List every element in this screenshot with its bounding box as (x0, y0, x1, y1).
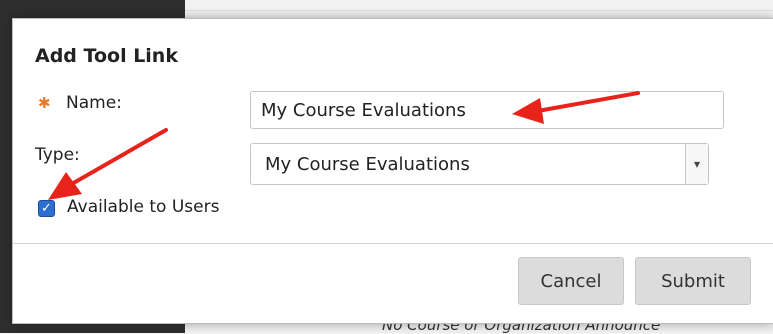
name-label: Name: (66, 93, 122, 113)
dialog-title: Add Tool Link (35, 45, 178, 67)
dialog-footer-divider (13, 243, 773, 244)
type-select[interactable]: My Course Evaluations ▾ (250, 143, 709, 185)
add-tool-link-dialog: Add Tool Link ✱ Name: Type: My Course Ev… (12, 18, 773, 324)
select-arrow-icon[interactable]: ▾ (685, 144, 708, 184)
required-star-icon: ✱ (38, 94, 51, 112)
type-selected-value: My Course Evaluations (265, 154, 470, 175)
type-label: Type: (35, 145, 80, 165)
cancel-button[interactable]: Cancel (518, 257, 624, 305)
background-divider (185, 10, 773, 11)
name-input[interactable] (250, 91, 724, 129)
available-checkbox[interactable]: ✓ (38, 200, 55, 217)
submit-button[interactable]: Submit (635, 257, 751, 305)
checkmark-icon: ✓ (41, 201, 52, 216)
available-label[interactable]: Available to Users (67, 197, 219, 217)
